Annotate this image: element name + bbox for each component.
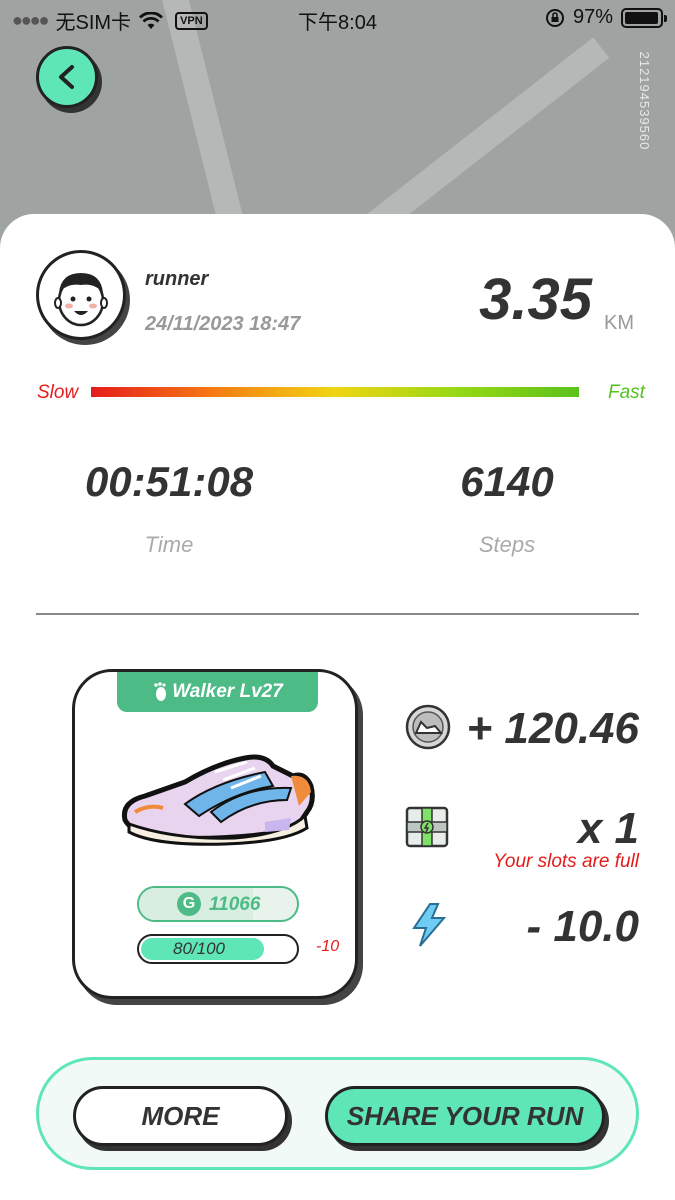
shoe-level-label: Walker Lv27 xyxy=(172,681,283,702)
back-button[interactable] xyxy=(36,46,98,108)
durability-delta: -10 xyxy=(316,938,340,955)
speed-gradient-bar xyxy=(91,387,579,397)
time-value: 00:51:08 xyxy=(84,458,254,505)
slots-full-note: Your slots are full xyxy=(493,851,639,872)
g-token-icon: G xyxy=(177,892,201,916)
durability-text: 80/100 xyxy=(173,939,225,958)
speed-slow-label: Slow xyxy=(37,382,79,403)
sneaker-token-icon xyxy=(405,704,451,750)
status-right: 97% xyxy=(545,6,667,29)
shoe-level-tag: Walker Lv27 xyxy=(117,672,318,712)
footprint-icon xyxy=(154,682,167,701)
energy-value: - 10.0 xyxy=(526,902,639,951)
run-datetime: 24/11/2023 18:47 xyxy=(145,313,301,335)
chevron-left-icon xyxy=(59,65,74,89)
points-value: 11066 xyxy=(209,894,261,915)
orientation-lock-icon xyxy=(545,8,564,27)
action-bar: MORE SHARE YOUR RUN xyxy=(36,1057,639,1170)
more-button[interactable]: MORE xyxy=(73,1086,288,1146)
status-bar: ●●●● 无SIM卡 VPN 下午8:04 97% xyxy=(0,0,675,36)
map-road xyxy=(356,37,610,243)
face-avatar-icon xyxy=(54,273,108,327)
shoe-card[interactable]: Walker Lv27 G 11066 80/100 -10 xyxy=(72,669,358,999)
speed-fast-label: Fast xyxy=(608,382,645,403)
sneaker-image xyxy=(121,754,315,846)
distance-value: 3.35 xyxy=(479,267,592,332)
divider xyxy=(36,613,639,615)
share-run-button[interactable]: SHARE YOUR RUN xyxy=(325,1086,605,1146)
steps-value: 6140 xyxy=(460,458,554,505)
record-id: 2121945395​60 xyxy=(637,51,652,151)
time-label: Time xyxy=(144,532,194,557)
mystery-box-icon xyxy=(405,806,449,848)
username: runner xyxy=(145,268,209,290)
avatar[interactable] xyxy=(36,250,126,340)
distance-unit: KM xyxy=(604,312,634,334)
earned-value: + 120.46 xyxy=(466,704,640,753)
energy-bolt-icon xyxy=(412,903,447,947)
steps-label: Steps xyxy=(478,532,536,557)
durability-bar: 80/100 xyxy=(137,934,299,964)
run-summary-card: runner 24/11/2023 18:47 3.35 KM Slow Fas… xyxy=(0,214,675,1200)
battery-percent: 97% xyxy=(572,6,613,28)
box-count: x 1 xyxy=(577,804,639,853)
battery-icon xyxy=(621,7,667,28)
battery-level xyxy=(625,11,658,24)
